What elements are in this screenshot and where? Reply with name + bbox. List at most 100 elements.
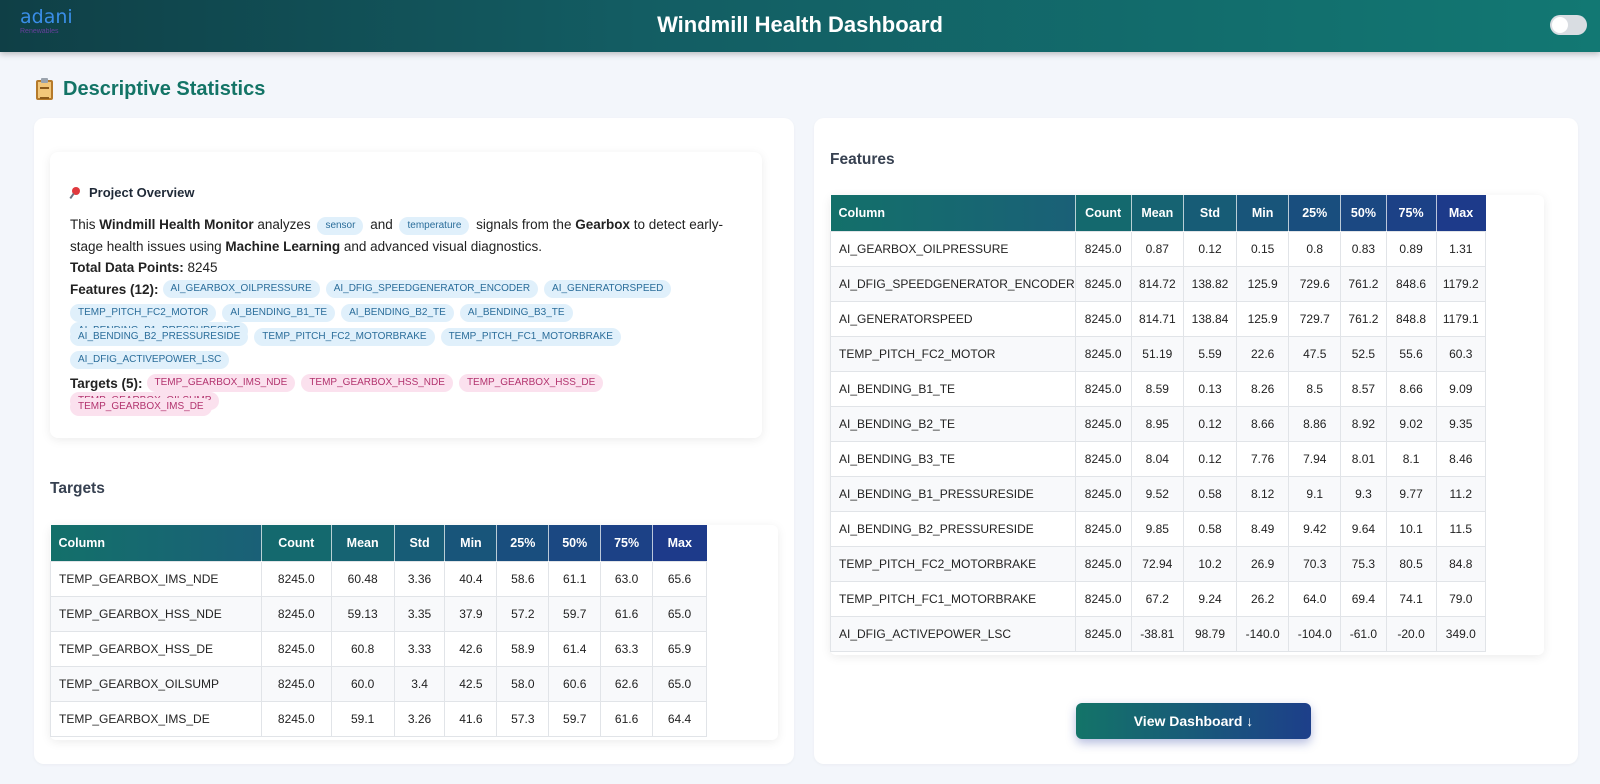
table-row: AI_GENERATORSPEED 8245.0 814.71 138.84 125.9… <box>830 300 1487 337</box>
target-chip: TEMP_GEARBOX_HSS_NDE <box>301 374 453 392</box>
stat-cell: 9.52 <box>1130 475 1184 512</box>
stat-cell: 9.35 <box>1435 405 1487 442</box>
stat-cell: 11.5 <box>1435 510 1487 547</box>
stat-cell: 57.3 <box>496 700 550 737</box>
row-name-cell: TEMP_GEARBOX_HSS_DE <box>50 630 262 667</box>
column-header: Max <box>652 525 707 561</box>
table-header-row: Column Count Mean Std Min 25% 50% 75% Max <box>50 525 707 561</box>
column-header: 50% <box>548 525 601 561</box>
stat-cell: 61.4 <box>548 630 602 667</box>
stat-cell: 9.85 <box>1130 510 1184 547</box>
stat-cell: 0.83 <box>1340 230 1387 267</box>
stat-cell: 75.3 <box>1340 545 1387 582</box>
overview-heading-text: Project Overview <box>89 185 195 200</box>
intro-text: signals from the <box>472 217 576 232</box>
stat-cell: 1179.2 <box>1435 265 1487 302</box>
feature-chip: AI_BENDING_B1_TE <box>222 304 336 322</box>
view-dashboard-button[interactable]: View Dashboard ↓ <box>1076 703 1311 739</box>
column-header: Std <box>1182 195 1237 231</box>
features-label: Features (12): <box>70 281 159 297</box>
stat-cell: 8.5 <box>1288 370 1342 407</box>
total-label: Total Data Points: <box>70 260 184 275</box>
total-data-points: Total Data Points: 8245 <box>70 260 218 275</box>
stat-cell: 60.48 <box>330 560 395 597</box>
stat-cell: 61.6 <box>600 595 654 632</box>
column-header: Mean <box>1130 195 1184 231</box>
stat-cell: 8245.0 <box>1074 580 1132 617</box>
stat-cell: 60.0 <box>330 665 395 702</box>
table-row: TEMP_GEARBOX_HSS_DE 8245.0 60.8 3.33 42.6 58.… <box>50 630 707 667</box>
left-panel: Project Overview This Windmill Health Mo… <box>34 118 794 764</box>
stat-cell: 65.6 <box>652 560 707 597</box>
stat-cell: 848.8 <box>1385 300 1437 337</box>
stat-cell: 8245.0 <box>260 630 332 667</box>
stat-cell: 8245.0 <box>260 665 332 702</box>
table-row: TEMP_GEARBOX_OILSUMP 8245.0 60.0 3.4 42.5 58.… <box>50 665 707 702</box>
stat-cell: 0.8 <box>1288 230 1342 267</box>
section-title-text: Descriptive Statistics <box>63 78 266 100</box>
stat-cell: 67.2 <box>1130 580 1184 617</box>
stat-cell: 57.2 <box>496 595 550 632</box>
stat-cell: 8245.0 <box>1074 370 1132 407</box>
row-name-cell: AI_GENERATORSPEED <box>830 300 1076 337</box>
stat-cell: 74.1 <box>1385 580 1437 617</box>
stat-cell: 8245.0 <box>1074 265 1132 302</box>
stat-cell: 0.58 <box>1182 510 1238 547</box>
stat-cell: 8.57 <box>1340 370 1387 407</box>
feature-chip: AI_BENDING_B2_TE <box>341 304 454 322</box>
column-header: 25% <box>1288 195 1341 231</box>
stat-cell: 3.35 <box>393 595 446 632</box>
stat-cell: 848.6 <box>1385 265 1437 302</box>
stat-cell: 47.5 <box>1288 335 1342 372</box>
monitor-name: Windmill Health Monitor <box>99 217 254 232</box>
table-row: TEMP_GEARBOX_IMS_NDE 8245.0 60.48 3.36 40.4 5… <box>50 560 707 597</box>
column-header: Min <box>444 525 497 561</box>
stat-cell: 42.6 <box>444 630 498 667</box>
column-header: Column <box>50 525 262 561</box>
table-row: AI_BENDING_B3_TE 8245.0 8.04 0.12 7.76 7.94 8.… <box>830 440 1487 477</box>
top-bar: adani Renewables Windmill Health Dashboa… <box>0 0 1600 52</box>
stat-cell: 10.2 <box>1182 545 1238 582</box>
feature-chip: TEMP_PITCH_FC1_MOTORBRAKE <box>440 328 621 346</box>
stat-cell: 0.89 <box>1385 230 1437 267</box>
toggle-knob <box>1552 17 1568 33</box>
row-name-cell: TEMP_PITCH_FC1_MOTORBRAKE <box>830 580 1076 617</box>
stat-cell: 8.92 <box>1340 405 1387 442</box>
stat-cell: 58.0 <box>496 665 550 702</box>
stat-cell: 61.1 <box>548 560 602 597</box>
stat-cell: 8.49 <box>1236 510 1290 547</box>
stat-cell: 9.3 <box>1340 475 1387 512</box>
stat-cell: 60.6 <box>548 665 602 702</box>
clipboard-icon <box>36 77 53 100</box>
section-title: Descriptive Statistics <box>36 77 266 101</box>
stat-cell: 0.13 <box>1182 370 1238 407</box>
stat-cell: 8245.0 <box>1074 440 1132 477</box>
stat-cell: 60.8 <box>330 630 395 667</box>
stat-cell: 9.64 <box>1340 510 1387 547</box>
stat-cell: 37.9 <box>444 595 498 632</box>
stat-cell: 8.59 <box>1130 370 1184 407</box>
row-name-cell: AI_BENDING_B3_TE <box>830 440 1076 477</box>
stat-cell: 1179.1 <box>1435 300 1487 337</box>
stat-cell: 349.0 <box>1435 615 1487 652</box>
stat-cell: -38.81 <box>1130 615 1184 652</box>
stat-cell: 0.58 <box>1182 475 1238 512</box>
features-row-3: AI_BENDING_B2_PRESSURESIDE TEMP_PITCH_FC… <box>70 328 750 346</box>
table-row: AI_BENDING_B2_TE 8245.0 8.95 0.12 8.66 8.86 8.… <box>830 405 1487 442</box>
stat-cell: 814.72 <box>1130 265 1184 302</box>
feature-chip: AI_DFIG_ACTIVEPOWER_LSC <box>70 351 230 369</box>
stat-cell: -104.0 <box>1288 615 1342 652</box>
row-name-cell: AI_DFIG_SPEEDGENERATOR_ENCODER <box>830 265 1076 302</box>
row-name-cell: TEMP_GEARBOX_HSS_NDE <box>50 595 262 632</box>
feature-chip: AI_DFIG_SPEEDGENERATOR_ENCODER <box>325 280 539 298</box>
stat-cell: 8245.0 <box>1074 300 1132 337</box>
theme-toggle[interactable] <box>1550 15 1587 35</box>
stat-cell: 40.4 <box>444 560 498 597</box>
table-row: AI_DFIG_SPEEDGENERATOR_ENCODER 8245.0 814.… <box>830 265 1487 302</box>
intro-text: This <box>70 217 100 232</box>
stat-cell: 55.6 <box>1385 335 1437 372</box>
stat-cell: -20.0 <box>1385 615 1437 652</box>
stat-cell: 8.86 <box>1288 405 1342 442</box>
stat-cell: 58.9 <box>496 630 550 667</box>
column-header: Mean <box>330 525 395 561</box>
